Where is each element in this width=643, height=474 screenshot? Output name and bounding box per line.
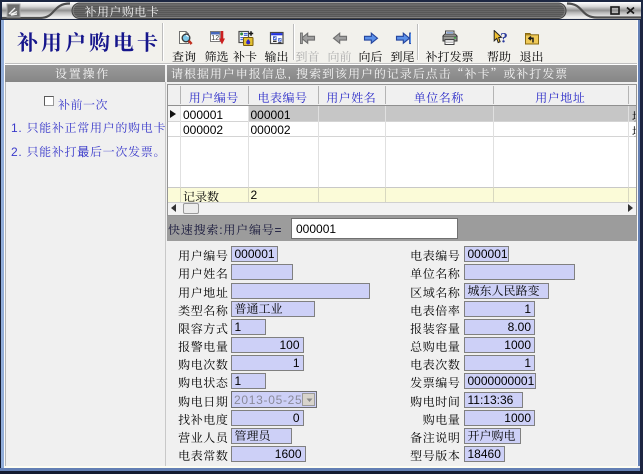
svg-text:12: 12 (211, 35, 219, 42)
svg-text:?: ? (500, 31, 508, 47)
